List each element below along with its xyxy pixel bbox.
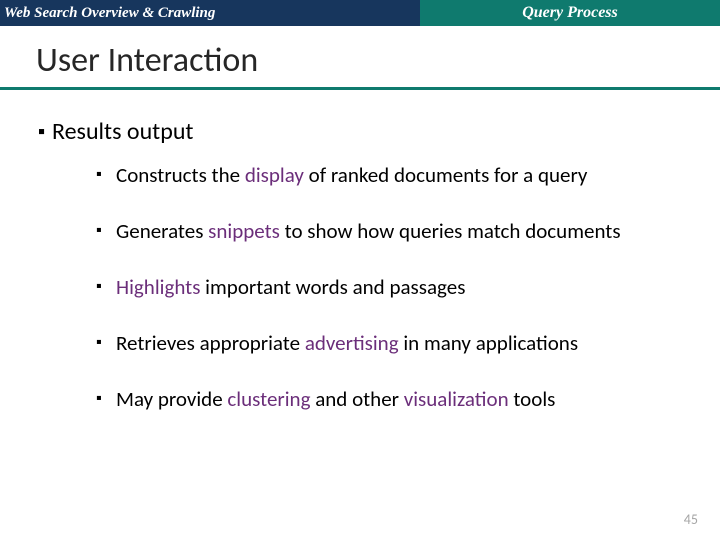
text-accent2: visualization <box>404 386 509 412</box>
square-bullet-icon: ▪ <box>96 330 116 356</box>
level1-text: Results output <box>52 118 193 146</box>
text-accent: clustering <box>227 386 310 412</box>
title-area: User Interaction <box>0 26 720 81</box>
bullet-level2: ▪ Retrieves appropriate advertising in m… <box>96 330 690 356</box>
level2-text: Highlights important words and passages <box>116 274 465 300</box>
square-bullet-icon: ▪ <box>96 218 116 244</box>
text-pre: Generates <box>116 218 208 244</box>
topbar-right: Query Process <box>420 0 720 26</box>
level2-text: May provide clustering and other visuali… <box>116 386 555 412</box>
bullet-level2: ▪ Constructs the display of ranked docum… <box>96 162 690 188</box>
topbar-left: Web Search Overview & Crawling <box>0 0 420 26</box>
bullet-level2: ▪ Highlights important words and passage… <box>96 274 690 300</box>
level2-text: Retrieves appropriate advertising in man… <box>116 330 578 356</box>
bullet-level1: ▪ Results output <box>38 118 690 146</box>
square-bullet-icon: ▪ <box>96 274 116 300</box>
text-post2: tools <box>509 386 556 412</box>
text-accent: Highlights <box>116 274 200 300</box>
square-bullet-icon: ▪ <box>38 118 52 146</box>
text-post: in many applications <box>399 330 578 356</box>
square-bullet-icon: ▪ <box>96 386 116 412</box>
text-pre: Retrieves appropriate <box>116 330 305 356</box>
text-pre: Constructs the <box>116 162 245 188</box>
text-accent: advertising <box>305 330 399 356</box>
text-mid: and other <box>310 386 403 412</box>
text-post: to show how queries match documents <box>280 218 621 244</box>
bullet-level2: ▪ May provide clustering and other visua… <box>96 386 690 412</box>
content: ▪ Results output ▪ Constructs the displa… <box>0 90 720 412</box>
text-accent: snippets <box>208 218 280 244</box>
sub-bullets: ▪ Constructs the display of ranked docum… <box>38 162 690 412</box>
page-number: 45 <box>684 511 698 528</box>
text-post: important words and passages <box>200 274 465 300</box>
slide: Web Search Overview & Crawling Query Pro… <box>0 0 720 540</box>
level2-text: Constructs the display of ranked documen… <box>116 162 587 188</box>
text-post: of ranked documents for a query <box>304 162 588 188</box>
text-accent: display <box>245 162 304 188</box>
bullet-level2: ▪ Generates snippets to show how queries… <box>96 218 690 244</box>
square-bullet-icon: ▪ <box>96 162 116 188</box>
slide-title: User Interaction <box>36 40 720 81</box>
topbar: Web Search Overview & Crawling Query Pro… <box>0 0 720 26</box>
level2-text: Generates snippets to show how queries m… <box>116 218 621 244</box>
text-pre: May provide <box>116 386 227 412</box>
